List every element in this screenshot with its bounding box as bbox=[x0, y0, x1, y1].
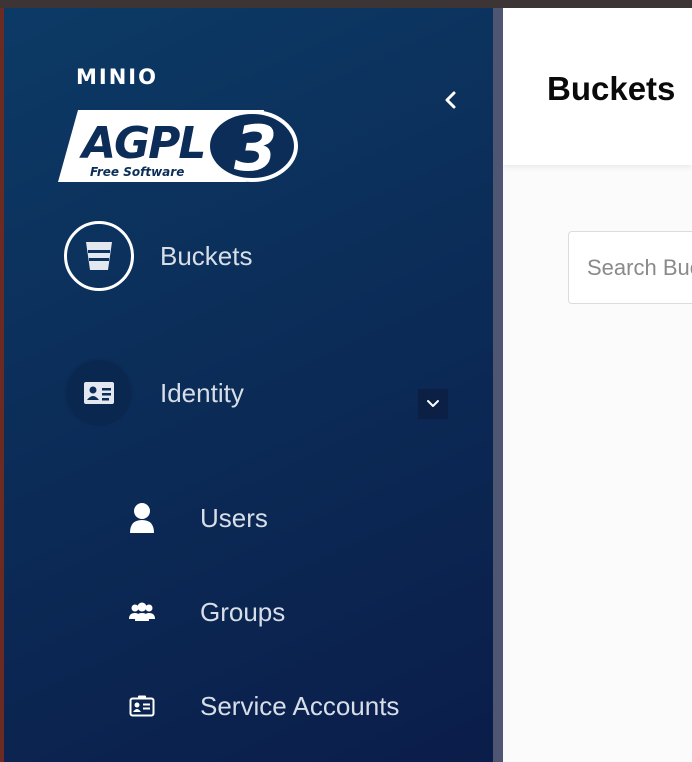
groups-icon-wrapper bbox=[124, 594, 160, 630]
agpl-logo: AGPL Free Software 3 bbox=[58, 110, 298, 185]
sidebar-item-label: Groups bbox=[200, 596, 286, 627]
sidebar-item-label: Identity bbox=[160, 377, 244, 408]
search-input[interactable] bbox=[585, 254, 692, 282]
sidebar-item-service-accounts[interactable]: Service Accounts bbox=[124, 688, 399, 724]
sidebar-item-identity[interactable]: Identity bbox=[64, 358, 244, 428]
chevron-left-icon bbox=[445, 91, 456, 109]
sidebar: MINIO AGPL Free Software 3 Buckets Ident… bbox=[4, 8, 493, 762]
chevron-down-icon bbox=[427, 400, 439, 407]
collapse-sidebar-button[interactable] bbox=[436, 85, 466, 115]
sidebar-item-label: Buckets bbox=[160, 240, 253, 271]
window-top-border bbox=[0, 0, 692, 8]
minio-brand: MINIO bbox=[76, 65, 158, 89]
sidebar-scrollbar[interactable] bbox=[493, 8, 503, 762]
bucket-icon-wrapper bbox=[64, 221, 134, 291]
sidebar-item-users[interactable]: Users bbox=[124, 500, 268, 536]
user-icon bbox=[130, 503, 154, 533]
bucket-icon bbox=[86, 242, 112, 270]
page-title: Buckets bbox=[547, 70, 676, 107]
agpl-logo-subtext: Free Software bbox=[90, 165, 184, 179]
agpl-logo-text: AGPL bbox=[79, 118, 204, 169]
search-box[interactable] bbox=[568, 231, 692, 304]
sidebar-item-buckets[interactable]: Buckets bbox=[64, 221, 253, 291]
identity-expand-button[interactable] bbox=[418, 389, 448, 419]
sidebar-item-label: Service Accounts bbox=[200, 690, 400, 721]
agpl-logo-version: 3 bbox=[234, 112, 277, 185]
page-header: Buckets bbox=[503, 8, 692, 165]
groups-icon bbox=[129, 602, 155, 621]
id-card-icon bbox=[84, 382, 114, 404]
service-account-icon bbox=[129, 695, 155, 717]
service-account-icon-wrapper bbox=[124, 688, 160, 724]
app-window: MINIO AGPL Free Software 3 Buckets Ident… bbox=[0, 0, 692, 762]
id-card-icon-wrapper bbox=[64, 358, 134, 428]
user-icon-wrapper bbox=[124, 500, 160, 536]
sidebar-item-label: Users bbox=[200, 502, 268, 533]
sidebar-item-groups[interactable]: Groups bbox=[124, 594, 285, 630]
main-content: Buckets bbox=[503, 8, 692, 762]
